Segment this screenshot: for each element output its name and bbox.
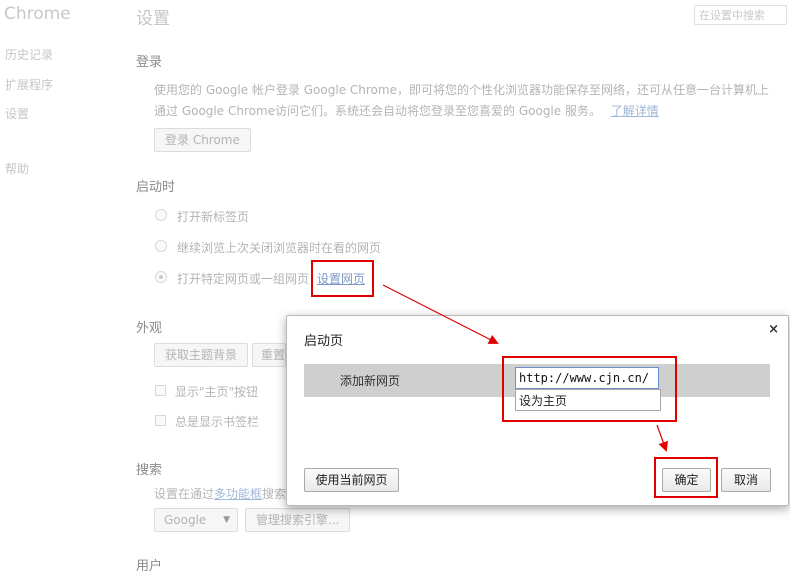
sidebar-item-history[interactable]: 历史记录 (5, 46, 53, 63)
settings-search-input[interactable] (694, 5, 787, 25)
section-heading-signin: 登录 (136, 55, 163, 70)
reset-theme-button[interactable]: 重置 (252, 343, 286, 367)
startup-option-label: 继续浏览上次关闭浏览器时在看的网页 (177, 241, 382, 255)
show-home-label: 显示"主页"按钮 (175, 385, 259, 399)
search-engine-select[interactable]: Google ▼ (154, 508, 238, 532)
set-pages-link[interactable]: 设置网页 (317, 270, 365, 287)
omnibox-link[interactable]: 多功能框 (214, 487, 262, 501)
sidebar-item-extensions[interactable]: 扩展程序 (5, 76, 53, 93)
add-page-row: 添加新网页 设为主页 (304, 364, 770, 411)
startup-option-label: 打开特定网页或一组网页 (177, 272, 310, 286)
add-page-label: 添加新网页 (340, 374, 401, 388)
section-heading-search: 搜索 (136, 463, 163, 478)
sidebar-item-help[interactable]: 帮助 (5, 160, 29, 177)
section-heading-startup: 启动时 (136, 180, 176, 195)
search-description: 设置在通过多功能框搜索 (154, 485, 286, 502)
show-home-checkbox[interactable] (155, 385, 166, 396)
show-bookmarks-checkbox[interactable] (155, 415, 166, 426)
show-bookmarks-label: 总是显示书签栏 (175, 415, 260, 429)
startup-option-label: 打开新标签页 (177, 210, 250, 224)
startup-pages-dialog: 启动页 × 添加新网页 设为主页 使用当前网页 确定 取消 (286, 315, 789, 506)
dropdown-arrow-icon: ▼ (223, 515, 230, 525)
cancel-button[interactable]: 取消 (721, 468, 771, 492)
set-homepage-suggestion[interactable]: 设为主页 (515, 389, 661, 411)
section-heading-appearance: 外观 (136, 321, 163, 336)
chrome-settings-page: Chrome 历史记录 扩展程序 设置 帮助 设置 登录 使用您的 Google… (0, 0, 790, 581)
signin-description-line2: 通过 Google Chrome访问它们。系统还会自动将您登录至您喜爱的 Goo… (154, 102, 659, 119)
signin-description-line1: 使用您的 Google 帐户登录 Google Chrome，即可将您的个性化浏… (154, 83, 769, 97)
startup-radio-specific-pages[interactable] (155, 271, 167, 283)
manage-search-engines-button[interactable]: 管理搜索引擎... (245, 508, 351, 532)
startup-radio-continue[interactable] (155, 240, 167, 252)
chrome-brand: Chrome (4, 4, 71, 24)
signin-chrome-button[interactable]: 登录 Chrome (154, 128, 251, 152)
use-current-pages-button[interactable]: 使用当前网页 (304, 468, 399, 492)
learn-more-link[interactable]: 了解详情 (611, 104, 659, 118)
sidebar-item-settings[interactable]: 设置 (5, 105, 29, 122)
search-description-after: 搜索 (262, 487, 287, 501)
ok-button[interactable]: 确定 (662, 468, 711, 492)
search-engine-value: Google (164, 513, 207, 527)
page-title: 设置 (136, 9, 170, 29)
section-heading-users: 用户 (136, 559, 163, 574)
close-icon[interactable]: × (768, 322, 779, 337)
page-url-input[interactable] (515, 367, 659, 389)
startup-radio-new-tab[interactable] (155, 209, 167, 221)
signin-description-text: 通过 Google Chrome访问它们。系统还会自动将您登录至您喜爱的 Goo… (154, 104, 601, 118)
get-themes-button[interactable]: 获取主题背景 (154, 343, 249, 367)
search-description-before: 设置在通过 (154, 487, 215, 501)
dialog-title: 启动页 (304, 334, 344, 349)
